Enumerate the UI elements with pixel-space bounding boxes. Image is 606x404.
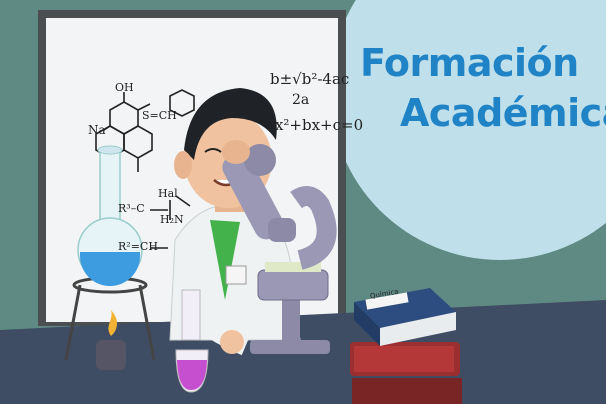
- title-line-2: Académica: [400, 91, 606, 135]
- chem-label-hal: Hal: [158, 187, 178, 200]
- illustration-banner: b±√b²-4ac 2a ax²+bx+c=0 OH Na S=CH Hal R…: [0, 0, 606, 404]
- chem-label-s-ch: S=CH: [142, 109, 177, 122]
- formula-polynomial: ax²+bx+c=0: [266, 116, 364, 134]
- chem-label-r2: R²=CH: [118, 240, 158, 253]
- chem-label-oh: OH: [115, 81, 134, 94]
- formula-numerator: b±√b²-4ac: [270, 70, 350, 88]
- books-stack: [350, 288, 462, 404]
- formula-denominator: 2a: [292, 92, 310, 108]
- title-line-1: Formación: [360, 41, 579, 85]
- chem-label-h2n: H₂N: [160, 213, 184, 226]
- chem-label-na: Na: [88, 123, 106, 137]
- chem-label-r3: R³–C: [118, 202, 145, 215]
